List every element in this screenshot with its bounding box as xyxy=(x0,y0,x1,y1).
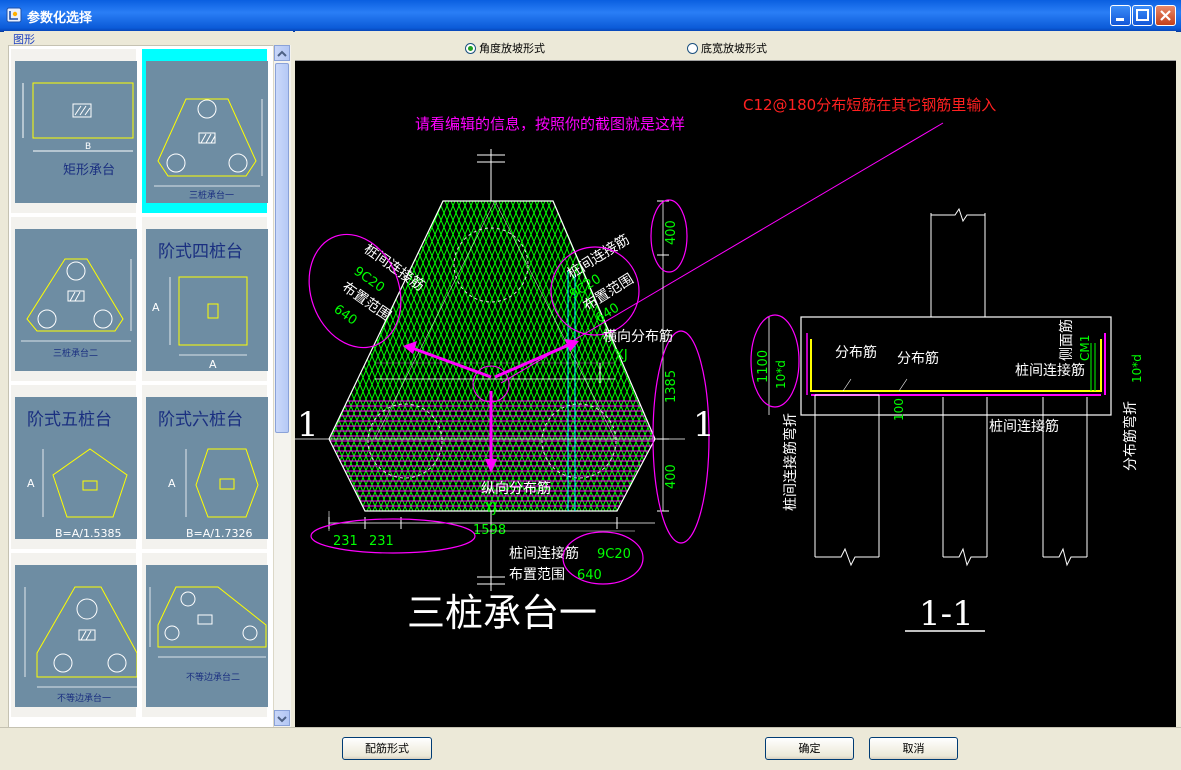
cancel-button[interactable]: 取消 xyxy=(869,737,958,760)
svg-text:A: A xyxy=(209,358,217,371)
svg-text:640: 640 xyxy=(331,302,360,329)
section-view: 1100 10*d 桩间连接筋弯折 100 分布筋 分布筋 桩间连接筋 桩间连接… xyxy=(750,207,1144,634)
angle-slope-radio[interactable]: 角度放坡形式 xyxy=(465,40,545,56)
plan-title: 三桩承台一 xyxy=(407,591,597,635)
shape-thumbnail-list[interactable]: B 矩形承台 三桩承台一 三桩承台二 阶式四桩台 A A 阶式五桩台 A B=A… xyxy=(8,45,274,729)
svg-text:640: 640 xyxy=(577,568,602,583)
scroll-thumb[interactable] xyxy=(275,63,289,433)
thumb-rect-cap[interactable]: B 矩形承台 xyxy=(11,49,137,213)
close-icon xyxy=(1160,10,1171,21)
minimize-button[interactable] xyxy=(1110,5,1131,26)
svg-text:1598: 1598 xyxy=(473,523,506,538)
scroll-up-button[interactable] xyxy=(274,45,290,61)
window-title: 参数化选择 xyxy=(27,11,93,26)
svg-text:分布筋弯折: 分布筋弯折 xyxy=(1122,401,1139,471)
svg-text:YJ: YJ xyxy=(484,501,497,516)
svg-text:100: 100 xyxy=(892,398,906,421)
ok-button[interactable]: 确定 xyxy=(765,737,854,760)
svg-text:231: 231 xyxy=(369,534,394,549)
svg-text:桩间连接筋弯折: 桩间连接筋弯折 xyxy=(782,413,799,511)
minimize-icon xyxy=(1116,18,1124,21)
svg-text:10*d: 10*d xyxy=(1130,354,1144,383)
svg-text:A: A xyxy=(168,477,176,490)
thumb-label: 不等边承台一 xyxy=(57,692,111,704)
thumb-label: 阶式六桩台 xyxy=(158,410,243,430)
svg-text:231: 231 xyxy=(333,534,358,549)
chevron-up-icon xyxy=(277,50,287,57)
svg-text:桩间连接筋: 桩间连接筋 xyxy=(509,545,579,562)
thumb-unequal-edge-2[interactable]: 不等边承台二 xyxy=(142,553,268,717)
svg-text:A: A xyxy=(152,301,160,314)
svg-text:1100: 1100 xyxy=(756,350,771,383)
scroll-down-button[interactable] xyxy=(274,710,290,726)
svg-text:400: 400 xyxy=(664,464,679,489)
drawing-preview: 400 1385 400 XJ 231 231 1598 YJ 1 1 桩间连接… xyxy=(295,61,1176,727)
rebar-form-button[interactable]: 配筋形式 xyxy=(342,737,432,760)
svg-text:400: 400 xyxy=(664,220,679,245)
thumb-three-pile-cap-1[interactable]: 三桩承台一 xyxy=(142,49,268,213)
maximize-icon xyxy=(1136,9,1149,21)
svg-text:A: A xyxy=(27,477,35,490)
thumb-label: 不等边承台二 xyxy=(186,671,240,683)
thumb-label: 矩形承台 xyxy=(63,163,115,178)
thumb-label: 阶式四桩台 xyxy=(158,242,243,262)
app-icon xyxy=(6,7,22,23)
svg-text:桩间连接筋: 桩间连接筋 xyxy=(989,418,1059,435)
svg-text:XJ: XJ xyxy=(615,348,628,363)
section-mark-left: 1 xyxy=(297,405,319,445)
thumbnail-scrollbar[interactable] xyxy=(273,45,291,727)
section-mark-right: 1 xyxy=(693,405,715,445)
svg-text:分布筋: 分布筋 xyxy=(835,344,877,361)
svg-text:9C20: 9C20 xyxy=(597,547,631,562)
svg-text:侧面筋: 侧面筋 xyxy=(1058,319,1075,361)
base-width-slope-radio[interactable]: 底宽放坡形式 xyxy=(687,40,767,56)
svg-text:桩间连接筋: 桩间连接筋 xyxy=(1015,362,1085,379)
close-button[interactable] xyxy=(1155,5,1176,26)
svg-text:CM1: CM1 xyxy=(1078,335,1092,361)
radio-selected-icon xyxy=(465,43,476,54)
thumb-stepped-six-pile[interactable]: 阶式六桩台 A B=A/1.7326 xyxy=(142,385,268,549)
chevron-down-icon xyxy=(277,716,287,723)
maximize-button[interactable] xyxy=(1132,5,1153,26)
svg-text:1385: 1385 xyxy=(664,370,679,403)
thumb-stepped-four-pile[interactable]: 阶式四桩台 A A xyxy=(142,217,268,381)
svg-text:B=A/1.5385: B=A/1.5385 xyxy=(55,527,121,539)
svg-text:B=A/1.7326: B=A/1.7326 xyxy=(186,527,252,539)
dialog-window: 参数化选择 图形 B 矩形承台 三桩承台一 三桩承台二 阶式四桩台 A A 阶式… xyxy=(0,0,1181,770)
thumb-label: 阶式五桩台 xyxy=(27,410,112,430)
radio-icon xyxy=(687,43,698,54)
thumb-three-pile-cap-2[interactable]: 三桩承台二 xyxy=(11,217,137,381)
slope-option-bar: 角度放坡形式 底宽放坡形式 xyxy=(295,31,1176,61)
button-bar: 配筋形式 确定 取消 xyxy=(0,727,1181,770)
thumb-stepped-five-pile[interactable]: 阶式五桩台 A B=A/1.5385 xyxy=(11,385,137,549)
section-title: 1-1 xyxy=(919,594,974,634)
thumb-unequal-edge-1[interactable]: 不等边承台一 xyxy=(11,553,137,717)
thumb-label: 三桩承台一 xyxy=(189,189,234,201)
svg-text:横向分布筋: 横向分布筋 xyxy=(603,328,673,345)
svg-text:10*d: 10*d xyxy=(774,360,788,389)
thumb-label: 三桩承台二 xyxy=(53,347,98,359)
annotation-red: C12@180分布短筋在其它钢筋里输入 xyxy=(743,96,996,114)
svg-text:B: B xyxy=(85,142,91,152)
svg-text:分布筋: 分布筋 xyxy=(897,350,939,367)
title-bar: 参数化选择 xyxy=(0,0,1181,32)
svg-text:纵向分布筋: 纵向分布筋 xyxy=(481,480,551,497)
svg-text:布置范围: 布置范围 xyxy=(509,566,565,583)
annotation-magenta: 请看编辑的信息，按照你的截图就是这样 xyxy=(415,115,685,133)
